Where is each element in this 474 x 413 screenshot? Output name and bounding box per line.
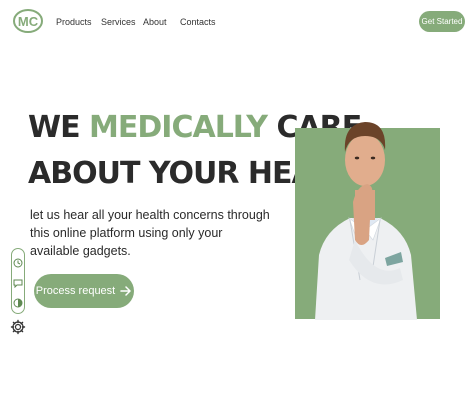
get-started-button[interactable]: Get Started — [419, 11, 465, 32]
floating-toolbar — [11, 248, 25, 314]
arrow-right-icon — [120, 286, 132, 296]
process-request-label: Process request — [35, 285, 116, 297]
theme-toggle-icon[interactable] — [13, 295, 23, 308]
process-request-button[interactable]: Process request — [34, 274, 134, 308]
nav-about[interactable]: About — [143, 17, 167, 27]
headline-accent: MEDICALLY — [89, 110, 268, 145]
history-icon[interactable] — [13, 255, 23, 268]
brand-logo[interactable]: MC — [12, 8, 44, 34]
nav-contacts[interactable]: Contacts — [180, 17, 216, 27]
doctor-portrait-image — [315, 122, 417, 320]
headline-word-we: WE — [28, 110, 81, 145]
hero-headline-line1: WE MEDICALLY CARE — [28, 110, 362, 145]
settings-icon[interactable] — [10, 319, 26, 335]
svg-text:MC: MC — [18, 14, 39, 29]
hero-subtitle: let us hear all your health concerns thr… — [30, 208, 270, 258]
chat-icon[interactable] — [13, 275, 23, 289]
nav-services[interactable]: Services — [101, 17, 136, 27]
nav-products[interactable]: Products — [56, 17, 92, 27]
hero-headline-line2: ABOUT YOUR HEALTH — [28, 156, 371, 191]
